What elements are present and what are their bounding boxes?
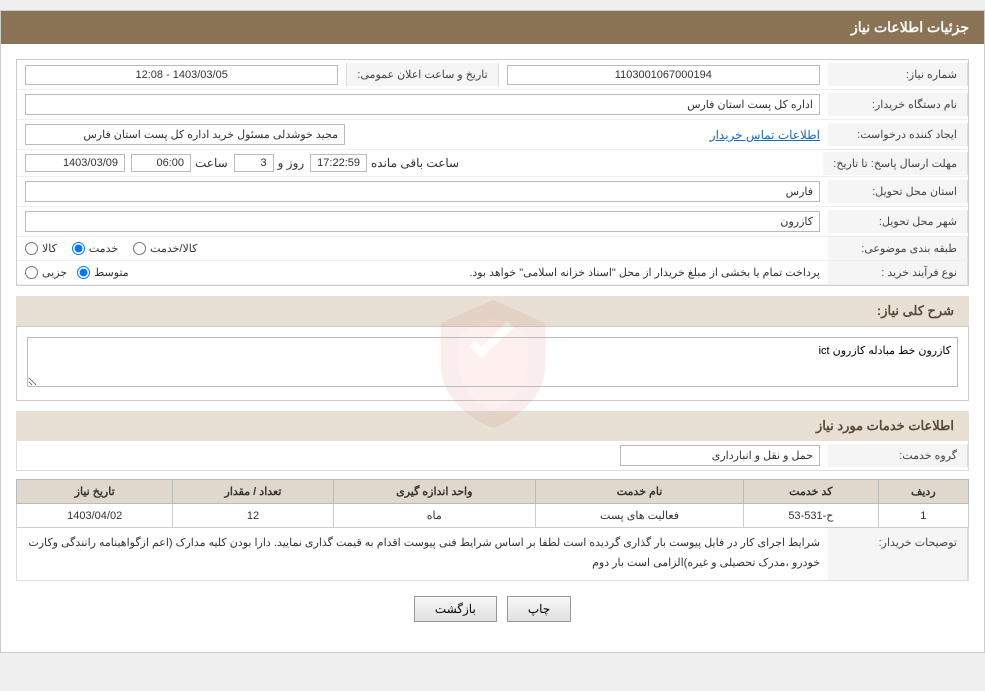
process-radio-partial[interactable] — [25, 266, 38, 279]
creator-label: ایجاد کننده درخواست: — [828, 123, 968, 146]
province-box: فارس — [25, 181, 820, 202]
need-desc-title: شرح کلی نیاز: — [16, 296, 969, 327]
announce-label: تاریخ و ساعت اعلان عمومی: — [346, 63, 498, 86]
days-item: روز و 3 — [234, 154, 305, 172]
creator-box: مجید خوشدلی مسئول خرید اداره کل پست استا… — [25, 124, 345, 145]
city-value: کازرون — [17, 207, 828, 236]
page-title: جزئیات اطلاعات نیاز — [851, 19, 969, 35]
page-header: جزئیات اطلاعات نیاز — [1, 11, 984, 44]
need-number-row: شماره نیاز: 1103001067000194 تاریخ و ساع… — [17, 60, 968, 90]
service-table: ردیف کد خدمت نام خدمت واحد اندازه گیری ت… — [16, 479, 969, 528]
buyer-notes-text: شرایط اجرای کار در فایل پیوست بار گذاری … — [17, 528, 828, 580]
process-label: نوع فرآیند خرید : — [828, 261, 968, 284]
content-area: شماره نیاز: 1103001067000194 تاریخ و ساع… — [1, 44, 984, 652]
col-row-num: ردیف — [878, 480, 968, 504]
org-name-label: نام دستگاه خریدار: — [828, 93, 968, 116]
category-radio-khadamat[interactable] — [72, 242, 85, 255]
time-box: 06:00 — [131, 154, 191, 172]
service-group-value: حمل و نقل و انبارداری — [17, 441, 828, 470]
service-group-label: گروه خدمت: — [828, 444, 968, 467]
table-cell-quantity: 12 — [173, 504, 333, 528]
need-desc-section: شرح کلی نیاز: document.querySelector('[d… — [16, 296, 969, 401]
process-row: نوع فرآیند خرید : پرداخت تمام یا بخشی از… — [17, 261, 968, 285]
org-name-box: اداره کل پست استان فارس — [25, 94, 820, 115]
col-date: تاریخ نیاز — [17, 480, 173, 504]
category-option-kala: کالا — [25, 242, 57, 255]
main-form-section: شماره نیاز: 1103001067000194 تاریخ و ساع… — [16, 59, 969, 286]
col-unit: واحد اندازه گیری — [333, 480, 535, 504]
announce-date-box: 1403/03/05 - 12:08 — [25, 65, 338, 85]
remaining-box: 17:22:59 — [310, 154, 367, 172]
category-label: طبقه بندی موضوعی: — [828, 237, 968, 260]
time-label: ساعت — [195, 156, 228, 170]
org-name-row: نام دستگاه خریدار: اداره کل پست استان فا… — [17, 90, 968, 120]
announce-value-cell: 1403/03/05 - 12:08 — [17, 61, 346, 89]
need-desc-body: document.querySelector('[data-name="need… — [16, 327, 969, 401]
process-note: پرداخت تمام یا بخشی از مبلغ خریدار از مح… — [139, 266, 820, 279]
process-option-medium: متوسط — [77, 266, 129, 279]
org-name-value: اداره کل پست استان فارس — [17, 90, 828, 119]
province-value: فارس — [17, 177, 828, 206]
page-wrapper: جزئیات اطلاعات نیاز شماره نیاز: 11030010… — [0, 10, 985, 653]
services-title: اطلاعات خدمات مورد نیاز — [16, 411, 969, 441]
table-header-row: ردیف کد خدمت نام خدمت واحد اندازه گیری ت… — [17, 480, 969, 504]
table-cell-date: 1403/04/02 — [17, 504, 173, 528]
city-label: شهر محل تحویل: — [828, 210, 968, 233]
days-label: روز و — [278, 156, 305, 170]
buyer-notes-row: توصیحات خریدار: شرایط اجرای کار در فایل … — [16, 528, 969, 581]
table-row: 1ح-531-53فعالیت های پستماه121403/04/02 — [17, 504, 969, 528]
time-item: ساعت 06:00 — [131, 154, 228, 172]
remaining-label: ساعت باقی مانده — [371, 156, 459, 170]
col-code: کد خدمت — [744, 480, 879, 504]
process-options: پرداخت تمام یا بخشی از مبلغ خریدار از مح… — [17, 262, 828, 283]
category-radio-kala[interactable] — [25, 242, 38, 255]
category-kala-khadamat-label: کالا/خدمت — [150, 242, 197, 255]
need-number-label: شماره نیاز: — [828, 63, 968, 86]
col-quantity: تعداد / مقدار — [173, 480, 333, 504]
deadline-row: مهلت ارسال پاسخ: تا تاریخ: ساعت باقی مان… — [17, 150, 968, 177]
buyer-notes-label: توصیحات خریدار: — [828, 528, 968, 580]
table-cell-name: فعالیت های پست — [535, 504, 743, 528]
col-name: نام خدمت — [535, 480, 743, 504]
creator-row: ایجاد کننده درخواست: اطلاعات تماس خریدار… — [17, 120, 968, 150]
province-row: استان محل تحویل: فارس — [17, 177, 968, 207]
table-cell-unit: ماه — [333, 504, 535, 528]
days-box: 3 — [234, 154, 274, 172]
need-number-box: 1103001067000194 — [507, 65, 820, 85]
process-medium-label: متوسط — [94, 266, 129, 279]
services-section: اطلاعات خدمات مورد نیاز گروه خدمت: حمل و… — [16, 411, 969, 581]
print-button[interactable]: چاپ — [507, 596, 571, 622]
process-option-partial: جزیی — [25, 266, 67, 279]
category-options: کالا/خدمت خدمت کالا — [17, 238, 828, 259]
back-button[interactable]: بازگشت — [414, 596, 497, 622]
need-number-value: 1103001067000194 — [499, 61, 828, 89]
buttons-row: چاپ بازگشت — [16, 581, 969, 637]
province-label: استان محل تحویل: — [828, 180, 968, 203]
table-cell-row: 1 — [878, 504, 968, 528]
service-group-row: گروه خدمت: حمل و نقل و انبارداری — [16, 441, 969, 471]
process-partial-label: جزیی — [42, 266, 67, 279]
category-option-khadamat: خدمت — [72, 242, 118, 255]
process-radio-medium[interactable] — [77, 266, 90, 279]
deadline-date-box: 1403/03/09 — [25, 154, 125, 172]
contact-link[interactable]: اطلاعات تماس خریدار — [710, 128, 820, 142]
category-kala-label: کالا — [42, 242, 57, 255]
category-option-kala-khadamat: کالا/خدمت — [133, 242, 197, 255]
need-desc-textarea[interactable] — [27, 337, 958, 387]
deadline-label: مهلت ارسال پاسخ: تا تاریخ: — [823, 152, 968, 175]
table-cell-code: ح-531-53 — [744, 504, 879, 528]
remaining-time-item: ساعت باقی مانده 17:22:59 — [310, 154, 459, 172]
creator-value: اطلاعات تماس خریدار مجید خوشدلی مسئول خر… — [17, 120, 828, 149]
deadline-fields: ساعت باقی مانده 17:22:59 روز و 3 ساعت 06… — [17, 150, 823, 176]
category-khadamat-label: خدمت — [89, 242, 118, 255]
service-group-box: حمل و نقل و انبارداری — [620, 445, 820, 466]
category-row: طبقه بندی موضوعی: کالا/خدمت خدمت کالا — [17, 237, 968, 261]
category-radio-kala-khadamat[interactable] — [133, 242, 146, 255]
city-box: کازرون — [25, 211, 820, 232]
city-row: شهر محل تحویل: کازرون — [17, 207, 968, 237]
